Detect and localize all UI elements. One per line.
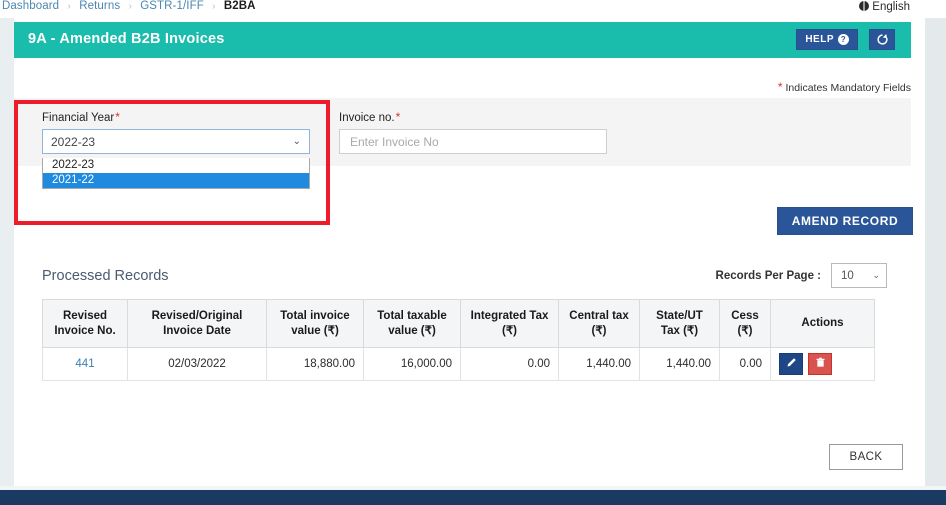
- question-mark-icon: ?: [838, 34, 849, 45]
- financial-year-field: Financial Year* 2022-23 ⌄ 2022-23 2021-2…: [42, 110, 310, 154]
- cell-total-invoice-value: 18,880.00: [267, 348, 364, 381]
- help-button-label: HELP: [805, 34, 834, 45]
- cell-integrated-tax: 0.00: [461, 348, 559, 381]
- financial-year-label-text: Financial Year: [42, 112, 114, 124]
- records-per-page-label: Records Per Page :: [716, 270, 821, 282]
- edit-record-button[interactable]: [779, 353, 803, 375]
- mandatory-fields-text: Indicates Mandatory Fields: [786, 82, 911, 94]
- footer-bar: [0, 490, 946, 505]
- refresh-button[interactable]: [869, 29, 895, 50]
- module-title-bar: 9A - Amended B2B Invoices HELP ?: [14, 22, 911, 58]
- column-header-revised-invoice-no: Revised Invoice No.: [43, 300, 128, 348]
- column-header-actions: Actions: [771, 300, 875, 348]
- processed-records-table: Revised Invoice No. Revised/Original Inv…: [42, 299, 875, 381]
- column-header-central-tax: Central tax (₹): [559, 300, 640, 348]
- table-header-row: Revised Invoice No. Revised/Original Inv…: [43, 300, 875, 348]
- breadcrumb-separator-icon: ›: [128, 1, 131, 12]
- main-content: * Indicates Mandatory Fields Financial Y…: [14, 58, 925, 490]
- financial-year-label: Financial Year*: [42, 110, 310, 124]
- required-asterisk-icon: *: [778, 80, 783, 94]
- required-asterisk-icon: *: [115, 110, 120, 124]
- table-row: 441 02/03/2022 18,880.00 16,000.00 0.00 …: [43, 348, 875, 381]
- chevron-down-icon: ⌄: [872, 270, 880, 281]
- cell-state-ut-tax: 1,440.00: [640, 348, 720, 381]
- records-per-page-value: 10: [841, 270, 854, 282]
- page-root: Dashboard › Returns › GSTR-1/IFF › B2BA …: [0, 0, 946, 505]
- mandatory-fields-note: * Indicates Mandatory Fields: [778, 80, 911, 94]
- page-title: 9A - Amended B2B Invoices: [28, 31, 225, 47]
- row-action-buttons: [779, 353, 866, 375]
- page-gutter-right: [925, 0, 946, 490]
- trash-icon: [815, 357, 826, 371]
- invoice-no-label: Invoice no.*: [339, 110, 607, 124]
- column-header-total-invoice-value: Total invoice value (₹): [267, 300, 364, 348]
- financial-year-dropdown-list[interactable]: 2022-23 2021-22: [42, 158, 310, 189]
- invoice-no-input[interactable]: [339, 129, 607, 154]
- breadcrumb-separator-icon: ›: [212, 1, 215, 12]
- column-header-total-taxable-value: Total taxable value (₹): [364, 300, 461, 348]
- invoice-no-field: Invoice no.*: [339, 110, 607, 154]
- search-form-panel: Financial Year* 2022-23 ⌄ 2022-23 2021-2…: [14, 98, 911, 166]
- breadcrumb: Dashboard › Returns › GSTR-1/IFF › B2BA: [2, 0, 256, 12]
- language-label: English: [872, 1, 910, 13]
- financial-year-select[interactable]: 2022-23 ⌄: [42, 129, 310, 154]
- required-asterisk-icon: *: [396, 110, 401, 124]
- invoice-number-link[interactable]: 441: [75, 358, 94, 370]
- page-gutter-left: [0, 0, 14, 490]
- cell-invoice-date: 02/03/2022: [128, 348, 267, 381]
- amend-record-button[interactable]: AMEND RECORD: [777, 207, 913, 235]
- chevron-down-icon: ⌄: [293, 135, 301, 146]
- back-button[interactable]: BACK: [829, 444, 903, 470]
- records-per-page-select[interactable]: 10 ⌄: [831, 263, 887, 288]
- financial-year-option-2021-22[interactable]: 2021-22: [43, 173, 309, 188]
- breadcrumb-separator-icon: ›: [67, 1, 70, 12]
- breadcrumb-item-gstr1-iff[interactable]: GSTR-1/IFF: [140, 0, 204, 12]
- language-selector[interactable]: English: [859, 0, 910, 13]
- delete-record-button[interactable]: [808, 353, 832, 375]
- column-header-state-ut-tax: State/UT Tax (₹): [640, 300, 720, 348]
- pencil-icon: [786, 357, 797, 371]
- cell-total-taxable-value: 16,000.00: [364, 348, 461, 381]
- cell-central-tax: 1,440.00: [559, 348, 640, 381]
- cell-revised-invoice-no: 441: [43, 348, 128, 381]
- column-header-integrated-tax: Integrated Tax (₹): [461, 300, 559, 348]
- records-per-page-control: Records Per Page : 10 ⌄: [716, 263, 887, 288]
- cell-actions: [771, 348, 875, 381]
- breadcrumb-bar: Dashboard › Returns › GSTR-1/IFF › B2BA …: [0, 0, 946, 18]
- breadcrumb-item-dashboard[interactable]: Dashboard: [2, 0, 59, 12]
- financial-year-option-2022-23[interactable]: 2022-23: [43, 158, 309, 173]
- financial-year-selected-value: 2022-23: [51, 135, 95, 149]
- column-header-invoice-date: Revised/Original Invoice Date: [128, 300, 267, 348]
- breadcrumb-item-b2ba[interactable]: B2BA: [224, 0, 256, 12]
- processed-records-title: Processed Records: [42, 268, 169, 284]
- column-header-cess: Cess (₹): [720, 300, 771, 348]
- globe-icon: [859, 1, 869, 11]
- cell-cess: 0.00: [720, 348, 771, 381]
- refresh-icon: [876, 33, 889, 46]
- invoice-no-label-text: Invoice no.: [339, 112, 395, 124]
- help-button[interactable]: HELP ?: [796, 29, 858, 50]
- breadcrumb-item-returns[interactable]: Returns: [79, 0, 120, 12]
- processed-records-table-wrapper: Revised Invoice No. Revised/Original Inv…: [42, 299, 874, 381]
